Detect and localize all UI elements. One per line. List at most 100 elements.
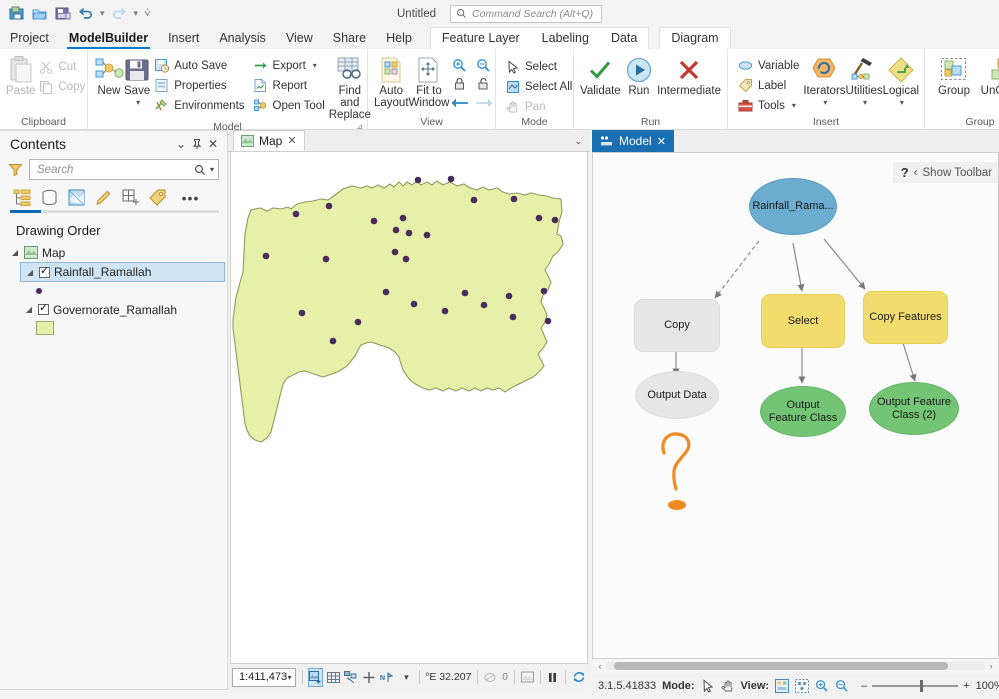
expander-icon[interactable]: ◢	[10, 248, 20, 257]
scroll-right-icon[interactable]: ›	[985, 661, 997, 671]
iterators-button[interactable]: Iterators ▾	[803, 53, 846, 109]
pan-button[interactable]: Pan	[502, 97, 576, 116]
label-button[interactable]: Label	[734, 76, 803, 95]
scroll-left-icon[interactable]: ‹	[594, 661, 606, 671]
model-canvas[interactable]: Rainfall_Rama... Copy Select Copy Featur…	[592, 152, 999, 659]
tab-model-view[interactable]: Model ✕	[592, 130, 674, 152]
save-project-icon[interactable]	[8, 5, 25, 22]
tools-button[interactable]: Tools ▾	[734, 96, 803, 115]
mode-pan-button[interactable]	[721, 679, 735, 693]
variable-button[interactable]: Variable	[734, 56, 803, 75]
zoom-out-button[interactable]	[473, 55, 493, 75]
view-diagram-button[interactable]	[775, 679, 790, 693]
search-icon[interactable]	[194, 164, 206, 176]
validate-button[interactable]: Validate	[580, 53, 621, 97]
navigation-dropdown-button[interactable]: ▾	[400, 668, 412, 687]
utilities-button[interactable]: Utilities ▾	[846, 53, 883, 109]
model-node-output-data[interactable]: Output Data	[635, 371, 719, 419]
ungroup-button[interactable]: UnGroup	[977, 53, 999, 97]
paste-button[interactable]: Paste	[6, 53, 35, 97]
search-dropdown-icon[interactable]: ▾	[210, 165, 214, 174]
clear-selection-button[interactable]	[520, 668, 534, 687]
model-node-copy[interactable]: Copy	[634, 299, 720, 352]
view-fit-button[interactable]	[795, 679, 810, 693]
expander-icon[interactable]: ◢	[24, 305, 34, 314]
zoom-in-label[interactable]: +	[963, 680, 969, 692]
selection-tool-button[interactable]	[344, 668, 358, 687]
run-button[interactable]: Run	[621, 53, 657, 97]
open-tool-button[interactable]: Open Tool	[249, 96, 329, 115]
tab-analysis[interactable]: Analysis	[209, 29, 276, 49]
undo-dropdown-icon[interactable]: ▾	[100, 8, 105, 19]
mode-select-button[interactable]	[701, 679, 715, 693]
properties-button[interactable]: Properties	[150, 76, 248, 95]
list-by-labeling-icon[interactable]	[145, 186, 170, 209]
auto-layout-button[interactable]: Auto Layout	[374, 53, 409, 109]
export-button[interactable]: Export ▾	[249, 56, 329, 75]
utilities-dropdown-icon[interactable]: ▾	[863, 97, 867, 109]
model-node-rainfall[interactable]: Rainfall_Rama...	[749, 178, 837, 235]
zoom-out-label[interactable]: –	[861, 680, 867, 692]
zoom-slider[interactable]: – +	[861, 680, 970, 692]
search-input[interactable]: Search ▾	[29, 159, 219, 180]
cut-button[interactable]: Cut	[35, 57, 89, 76]
toc-item-governorate[interactable]: ◢ Governorate_Ramallah	[20, 300, 227, 319]
model-horizontal-scrollbar[interactable]: ‹ ›	[592, 659, 999, 673]
unlock-icon[interactable]	[473, 75, 493, 93]
show-toolbar-control[interactable]: ? ‹ Show Toolbar	[892, 162, 998, 183]
pause-drawing-button[interactable]	[546, 668, 559, 687]
layer-visibility-checkbox[interactable]	[38, 301, 49, 315]
toc-item-rainfall[interactable]: ◢ Rainfall_Ramallah	[20, 262, 225, 282]
model-node-copy-features[interactable]: Copy Features	[863, 291, 948, 344]
find-and-replace-button[interactable]: Find and Replace	[329, 53, 371, 121]
list-by-editing-icon[interactable]	[91, 186, 116, 209]
grid-button[interactable]	[327, 668, 341, 687]
iterators-dropdown-icon[interactable]: ▾	[823, 97, 827, 109]
basemap-toggle-button[interactable]	[308, 667, 324, 687]
navigate-back-button[interactable]	[449, 94, 471, 112]
close-icon[interactable]: ✕	[205, 136, 221, 152]
tab-labeling[interactable]: Labeling	[531, 28, 600, 49]
scrollbar-track[interactable]	[606, 662, 985, 670]
tab-project[interactable]: Project	[0, 29, 59, 49]
zoom-in-button[interactable]	[449, 55, 469, 75]
layer-visibility-checkbox[interactable]	[39, 264, 50, 278]
view-zoom-in-button[interactable]	[815, 679, 829, 693]
save-project-as-icon[interactable]	[54, 5, 71, 22]
undo-icon[interactable]	[77, 5, 94, 22]
redo-dropdown-icon[interactable]: ▾	[134, 8, 139, 19]
redo-icon[interactable]	[111, 5, 128, 22]
group-button[interactable]: Group	[931, 53, 977, 97]
save-dropdown-icon[interactable]: ▾	[136, 97, 140, 109]
measure-button[interactable]	[362, 668, 376, 687]
copy-button[interactable]: Copy	[35, 77, 89, 96]
logical-dropdown-icon[interactable]: ▾	[900, 97, 904, 109]
environments-button[interactable]: Environments	[150, 96, 248, 115]
tab-insert[interactable]: Insert	[158, 29, 209, 49]
navigate-forward-button[interactable]	[473, 94, 495, 112]
list-by-drawing-order-icon[interactable]	[10, 186, 35, 209]
tab-help[interactable]: Help	[376, 29, 422, 49]
tab-feature-layer[interactable]: Feature Layer	[431, 28, 531, 49]
view-zoom-out-button[interactable]	[835, 679, 849, 693]
intermediate-button[interactable]: Intermediate	[657, 53, 721, 97]
tab-data[interactable]: Data	[600, 28, 648, 49]
tab-modelbuilder[interactable]: ModelBuilder	[59, 29, 158, 49]
navigation-button[interactable]: N	[380, 668, 396, 687]
model-node-select[interactable]: Select	[761, 294, 845, 348]
lock-icon[interactable]	[449, 75, 469, 93]
export-dropdown-icon[interactable]: ▾	[313, 61, 317, 70]
model-node-output-feature-class[interactable]: Output Feature Class	[760, 386, 846, 437]
map-scale-selector[interactable]: 1:411,473 ▾	[232, 667, 296, 687]
select-all-button[interactable]: Select All	[502, 77, 576, 96]
new-model-button[interactable]: New	[94, 53, 124, 97]
map-canvas[interactable]	[230, 152, 588, 664]
filter-icon[interactable]	[8, 162, 24, 178]
more-options-icon[interactable]: •••	[178, 186, 203, 209]
expander-icon[interactable]: ◢	[25, 268, 35, 277]
chevron-down-icon[interactable]: ⌄	[173, 136, 189, 152]
zoom-slider-track[interactable]	[872, 680, 959, 692]
tab-map-view[interactable]: Map ✕	[233, 130, 305, 151]
zoom-slider-knob[interactable]	[920, 680, 924, 692]
tab-diagram[interactable]: Diagram	[660, 28, 729, 49]
